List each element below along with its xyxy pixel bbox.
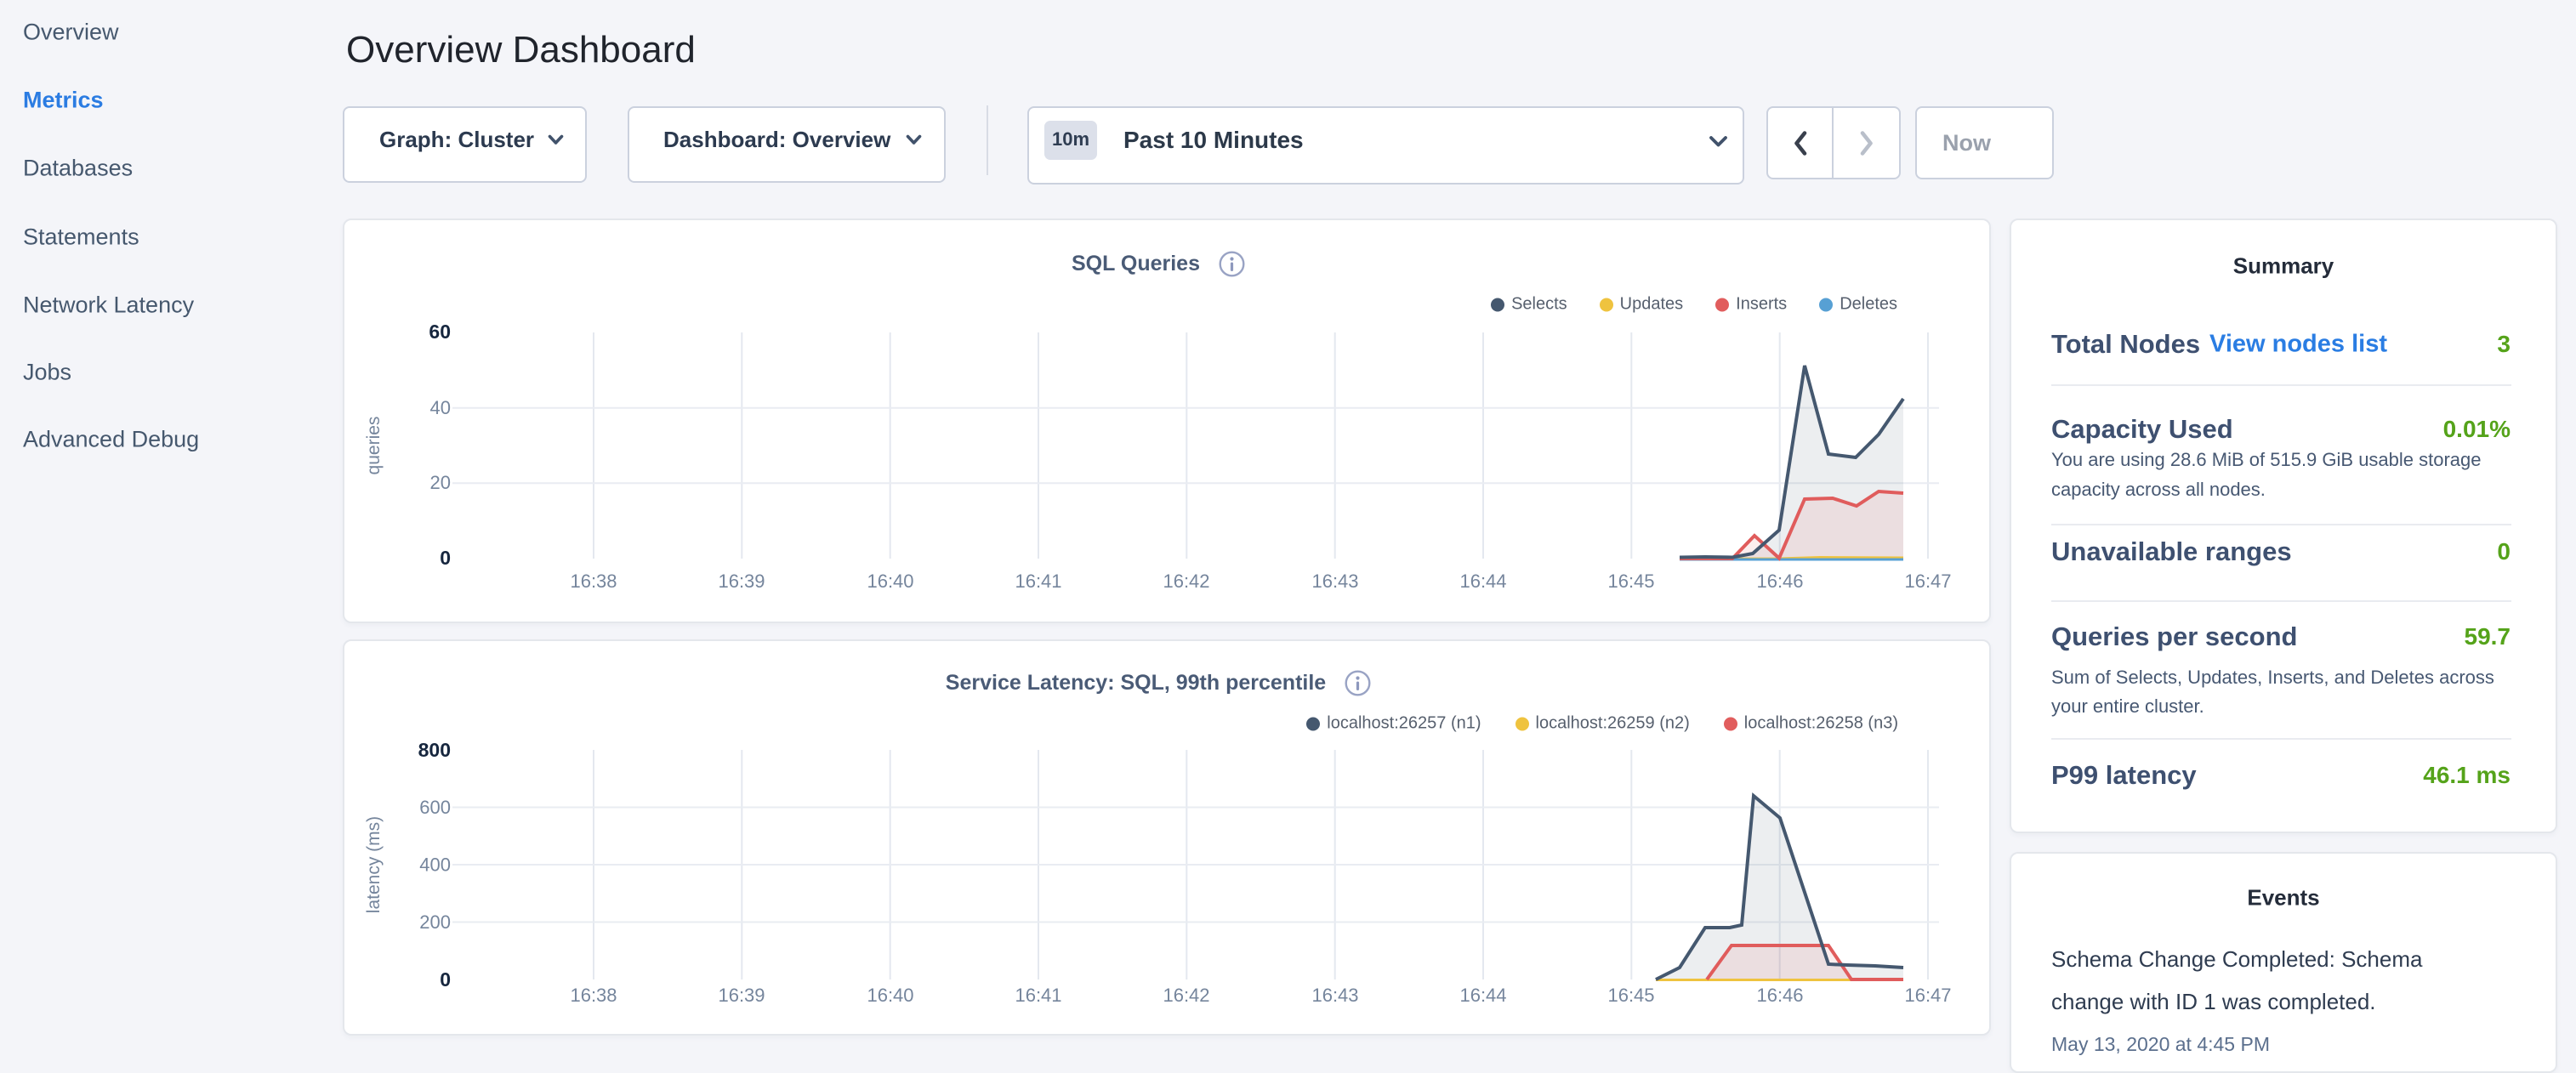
svg-text:0: 0 [440, 968, 451, 991]
svg-text:16:41: 16:41 [1015, 985, 1061, 1006]
svg-text:16:39: 16:39 [718, 985, 765, 1006]
svg-text:16:43: 16:43 [1311, 571, 1358, 592]
svg-text:0: 0 [440, 547, 451, 569]
svg-text:16:41: 16:41 [1015, 571, 1061, 592]
svg-text:20: 20 [430, 472, 451, 493]
svg-text:16:39: 16:39 [718, 571, 765, 592]
svg-text:16:44: 16:44 [1459, 985, 1506, 1006]
svg-text:16:47: 16:47 [1904, 985, 1951, 1006]
svg-text:40: 40 [430, 397, 451, 418]
svg-text:16:40: 16:40 [867, 571, 913, 592]
svg-text:16:42: 16:42 [1163, 985, 1209, 1006]
svg-text:60: 60 [429, 321, 451, 343]
svg-text:16:46: 16:46 [1756, 571, 1803, 592]
svg-text:latency (ms): latency (ms) [364, 816, 384, 913]
svg-text:16:38: 16:38 [570, 571, 617, 592]
svg-text:600: 600 [419, 797, 451, 818]
svg-text:16:43: 16:43 [1311, 985, 1358, 1006]
svg-text:200: 200 [419, 911, 451, 933]
svg-text:16:45: 16:45 [1607, 571, 1654, 592]
svg-text:16:40: 16:40 [867, 985, 913, 1006]
svg-text:800: 800 [418, 739, 451, 761]
svg-text:16:47: 16:47 [1904, 571, 1951, 592]
svg-text:16:42: 16:42 [1163, 571, 1209, 592]
svg-text:16:45: 16:45 [1607, 985, 1654, 1006]
svg-text:16:46: 16:46 [1756, 985, 1803, 1006]
svg-text:16:38: 16:38 [570, 985, 617, 1006]
svg-text:16:44: 16:44 [1459, 571, 1506, 592]
svg-text:queries: queries [364, 417, 384, 475]
svg-text:400: 400 [419, 854, 451, 876]
